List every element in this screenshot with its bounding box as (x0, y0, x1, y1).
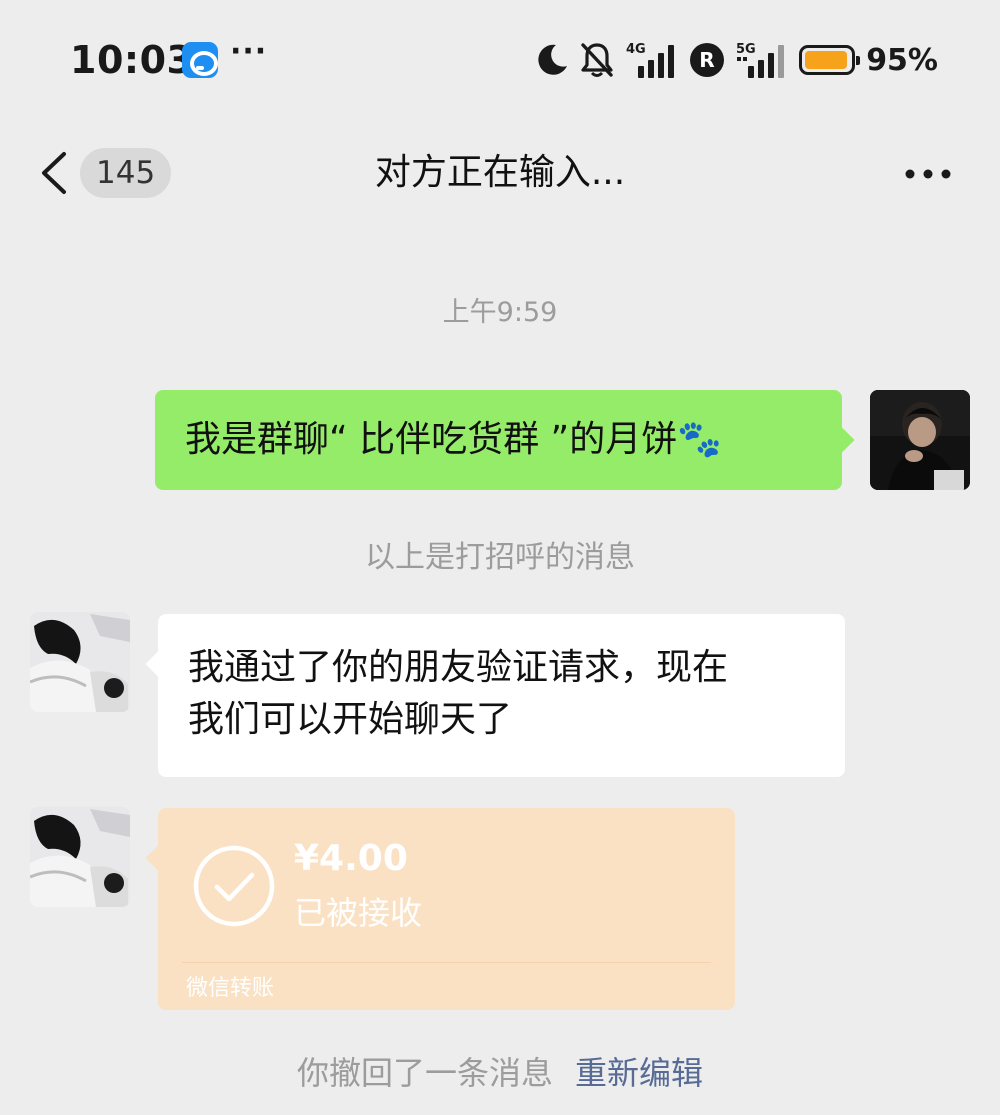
self-avatar-image (870, 390, 970, 490)
signal-4g-label: 4G (626, 42, 646, 57)
bubble-tail (145, 842, 177, 874)
signal-5g-label: 5G (736, 42, 756, 57)
battery-fill (805, 51, 847, 69)
chat-title: 对方正在输入... (374, 152, 626, 193)
transfer-card[interactable]: ¥4.00 已被接收 微信转账 (145, 808, 735, 1010)
peer-avatar-image (30, 612, 130, 712)
status-icons: 4G R 5G 95% (534, 38, 938, 82)
peer-message-line-2: 我们可以开始聊天了 (188, 699, 513, 740)
message-timestamp: 上午9:59 (442, 297, 558, 328)
bell-muted-icon (581, 43, 613, 77)
transfer-amount: ¥4.00 (294, 838, 408, 879)
moon-icon (538, 44, 568, 75)
check-circle-icon (193, 845, 275, 927)
more-notifications-icon: ··· (230, 34, 268, 69)
r-badge-icon: R (690, 43, 725, 77)
peer-message-line-1: 我通过了你的朋友验证请求，现在 (188, 647, 729, 688)
re-edit-link[interactable]: 重新编辑 (575, 1054, 703, 1092)
status-bar: 10:03 ··· 4G R 5G 95% (0, 0, 1000, 120)
battery-percent: 95% (866, 42, 938, 78)
self-avatar[interactable] (870, 390, 970, 490)
recall-notice: 你撤回了一条消息 重新编辑 (0, 1048, 1000, 1094)
status-time: 10:03 (70, 38, 194, 82)
self-message-bubble[interactable]: 我是群聊“ 比伴吃货群 ”的月饼🐾 (155, 390, 855, 490)
self-message-text: 我是群聊“ 比伴吃货群 ”的月饼🐾 (185, 419, 723, 460)
transfer-divider (182, 962, 711, 963)
recall-text: 你撤回了一条消息 (296, 1054, 553, 1092)
peer-avatar[interactable] (30, 807, 130, 907)
battery-icon (799, 45, 861, 75)
more-dots-icon[interactable] (900, 154, 960, 194)
blue-app-notification-icon (182, 42, 218, 78)
signal-5g-icon: 5G (736, 42, 785, 78)
bubble-tail (145, 648, 177, 680)
greeting-note: 以上是打招呼的消息 (365, 540, 635, 575)
r-badge-label: R (699, 48, 714, 72)
transfer-status: 已被接收 (294, 894, 423, 932)
transfer-label: 微信转账 (186, 976, 275, 1001)
signal-4g-icon: 4G (626, 42, 675, 78)
peer-message-bubble[interactable]: 我通过了你的朋友验证请求，现在 我们可以开始聊天了 (145, 614, 845, 777)
bubble-tail (823, 424, 855, 456)
peer-avatar-image (30, 807, 130, 907)
chat-header: 145 对方正在输入... (0, 128, 1000, 218)
peer-avatar[interactable] (30, 612, 130, 712)
